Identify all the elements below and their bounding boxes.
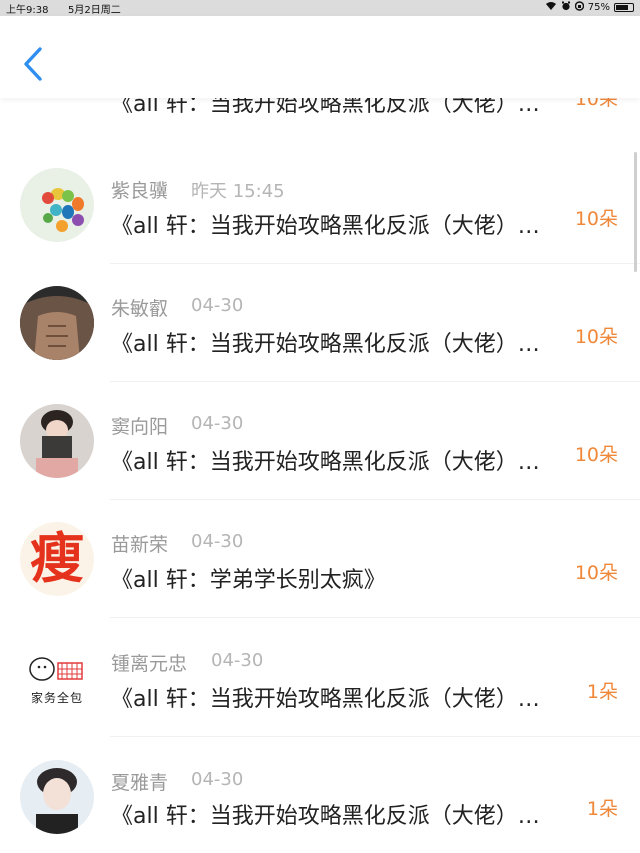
divider	[110, 381, 640, 382]
avatar	[20, 286, 94, 360]
avatar-text-shou: 瘦	[30, 527, 84, 590]
sender-name: 锺离元忠	[111, 653, 188, 675]
divider	[110, 499, 640, 500]
item-title: 《all 轩：当我开始攻略黑化反派（大佬）…	[111, 804, 540, 829]
flower-count: 10朵	[574, 326, 618, 348]
divider	[110, 263, 640, 264]
avatar	[20, 168, 94, 242]
send-date: 04-30	[191, 413, 244, 434]
sender-name: 窦向阳	[111, 416, 169, 438]
item-title: 《all 轩：当我开始攻略黑化反派（大佬）…	[111, 214, 540, 239]
sender-name: 朱敏叡	[111, 298, 169, 320]
list-item[interactable]: 瘦 苗新荣 04-30 《all 轩：学弟学长别太疯》 10朵	[0, 522, 640, 640]
nav-bar	[0, 16, 640, 98]
avatar	[20, 404, 94, 478]
item-title: 《all 轩：当我开始攻略黑化反派（大佬）…	[111, 332, 540, 357]
flower-count: 1朵	[586, 681, 618, 703]
avatar: 瘦	[20, 522, 94, 596]
flower-count: 10朵	[574, 208, 618, 230]
send-date: 04-30	[191, 531, 244, 552]
back-button[interactable]	[20, 46, 48, 82]
sender-name: 苗新荣	[111, 534, 169, 556]
list-item[interactable]: 窦向阳 04-30 《all 轩：当我开始攻略黑化反派（大佬）… 10朵	[0, 404, 640, 522]
chevron-left-icon	[20, 47, 48, 86]
item-title: 《all 轩：学弟学长别太疯》	[111, 568, 386, 593]
list-item[interactable]: 朱敏叡 04-30 《all 轩：当我开始攻略黑化反派（大佬）… 10朵	[0, 286, 640, 404]
list-item[interactable]: 家务全包 锺离元忠 04-30 《all 轩：当我开始攻略黑化反派（大佬）… 1…	[0, 641, 640, 759]
list-item[interactable]: 紫良骥 昨天 15:45 《all 轩：当我开始攻略黑化反派（大佬）… 10朵	[0, 168, 640, 286]
avatar-text-jiawu: 家务全包	[30, 691, 83, 705]
send-date: 04-30	[191, 295, 244, 316]
sender-name: 紫良骥	[111, 180, 169, 202]
item-title: 《all 轩：当我开始攻略黑化反派（大佬）…	[111, 687, 540, 712]
flower-count: 10朵	[574, 562, 618, 584]
divider	[110, 736, 640, 737]
avatar	[20, 760, 94, 834]
item-title: 《all 轩：当我开始攻略黑化反派（大佬）…	[111, 450, 540, 475]
flower-gift-list[interactable]: 《all 轩：当我开始攻略黑化反派（大佬）… 10朵 紫良骥 昨天 15:45 …	[0, 0, 640, 853]
send-date: 昨天 15:45	[191, 181, 285, 202]
divider	[110, 617, 640, 618]
send-date: 04-30	[191, 769, 244, 790]
list-item[interactable]: 夏雅青 04-30 《all 轩：当我开始攻略黑化反派（大佬）… 1朵	[0, 760, 640, 853]
sender-name: 夏雅青	[111, 772, 169, 794]
scrollbar[interactable]	[634, 152, 637, 272]
avatar: 家务全包	[20, 641, 94, 715]
send-date: 04-30	[211, 650, 264, 671]
flower-count: 1朵	[586, 798, 618, 820]
flower-count: 10朵	[574, 444, 618, 466]
